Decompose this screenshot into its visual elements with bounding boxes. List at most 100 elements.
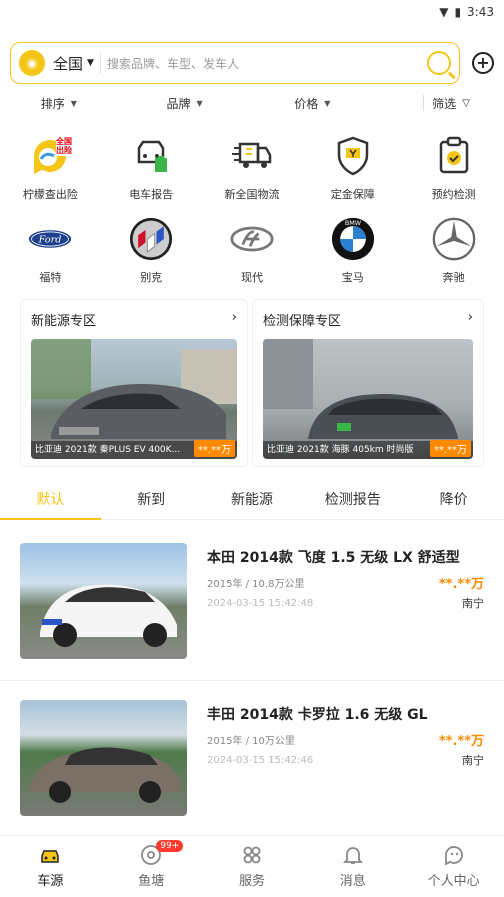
brand-item-ford[interactable]: Ford 福特 — [0, 217, 101, 285]
search-bar[interactable]: ◉ 全国 ▼ 搜索品牌、车型、发车人 — [10, 42, 460, 84]
service-label: 电车报告 — [129, 188, 174, 201]
filter-sort[interactable]: 排序 ▼ — [0, 95, 118, 112]
nav-profile[interactable]: 个人中心 — [403, 836, 504, 897]
listing-title: 本田 2014款 飞度 1.5 无级 LX 舒适型 — [207, 550, 460, 566]
wifi-icon: ▼ — [439, 5, 449, 19]
brand-label: 别克 — [140, 271, 163, 284]
nav-messages[interactable]: 消息 — [302, 836, 403, 897]
tab-price-drop[interactable]: 降价 — [403, 484, 504, 519]
nav-label: 消息 — [339, 874, 366, 889]
hyundai-logo-icon — [230, 217, 274, 261]
service-item-inspection[interactable]: 预约检测 — [403, 134, 504, 202]
tab-default[interactable]: 默认 — [0, 484, 101, 520]
listing-city: 南宁 — [462, 597, 484, 610]
svg-text:Ford: Ford — [38, 235, 62, 246]
car-thumbnail — [20, 700, 187, 816]
chevron-right-icon: › — [231, 310, 237, 325]
caret-down-icon: ▼ — [70, 98, 77, 108]
brand-item-benz[interactable]: 奔驰 — [403, 217, 504, 285]
filter-label: 排序 — [40, 96, 65, 111]
filter-price[interactable]: 价格 ▼ — [251, 95, 373, 112]
filter-screen[interactable]: 筛选 ▽ — [424, 95, 504, 112]
zone-card-inspection[interactable]: 检测保障专区 › 比亚迪 2021款 海豚 405km 时尚版 **.**万 — [252, 299, 484, 467]
chevron-right-icon: › — [467, 310, 473, 325]
bmw-logo-icon: BMW — [331, 217, 375, 261]
city-selector[interactable]: 全国 ▼ — [53, 53, 94, 74]
brand-item-buick[interactable]: 别克 — [101, 217, 202, 285]
add-button[interactable]: + — [472, 52, 494, 74]
listing-price: **.**万 — [438, 577, 484, 592]
listing-card[interactable]: 丰田 2014款 卡罗拉 1.6 无级 GL 2015年 / 10万公里 202… — [0, 700, 504, 840]
search-row: ◉ 全国 ▼ 搜索品牌、车型、发车人 + — [10, 42, 494, 84]
nav-label: 鱼塘 — [138, 874, 165, 889]
brand-label: 宝马 — [341, 271, 364, 284]
search-icon[interactable] — [427, 51, 451, 75]
tab-new-energy[interactable]: 新能源 — [202, 484, 303, 519]
service-item-logistics[interactable]: 新全国物流 — [202, 134, 303, 202]
car-icon — [39, 844, 61, 866]
filter-brand[interactable]: 品牌 ▼ — [118, 95, 252, 112]
service-label: 定金保障 — [330, 188, 375, 201]
status-bar: ▼ ▮ 3:43 — [0, 0, 504, 24]
filter-bar: 排序 ▼ 品牌 ▼ 价格 ▼ 筛选 ▽ — [0, 92, 504, 114]
brand-label: 福特 — [39, 271, 62, 284]
notification-badge: 99+ — [156, 840, 184, 852]
list-tabs: 默认 新到 新能源 检测报告 降价 — [0, 484, 504, 520]
divider — [99, 52, 101, 74]
zone-price: **.**万 — [193, 440, 235, 457]
battery-icon: ▮ — [454, 5, 462, 19]
svg-text:出险: 出险 — [56, 145, 72, 155]
nav-label: 服务 — [238, 874, 265, 889]
nav-label: 个人中心 — [427, 874, 480, 889]
listing-info: 丰田 2014款 卡罗拉 1.6 无级 GL 2015年 / 10万公里 202… — [187, 700, 484, 840]
truck-icon — [230, 134, 274, 178]
brand-grid: Ford 福特 别克 现代 BMW 宝马 奔驰 — [0, 217, 504, 285]
service-item-deposit[interactable]: 定金保障 — [302, 134, 403, 202]
listing-title: 丰田 2014款 卡罗拉 1.6 无级 GL — [207, 707, 428, 723]
city-label: 全国 — [53, 54, 84, 73]
zone-price: **.**万 — [429, 440, 471, 457]
nav-service[interactable]: 服务 — [202, 836, 303, 897]
ford-logo-icon: Ford — [28, 217, 72, 261]
nav-fish-pond[interactable]: 99+ 鱼塘 — [101, 836, 202, 897]
filter-label: 筛选 — [432, 96, 457, 111]
car-thumbnail — [20, 543, 187, 659]
svg-text:全国: 全国 — [55, 136, 72, 146]
status-time: 3:43 — [467, 5, 494, 19]
app-logo-icon: ◉ — [19, 50, 45, 76]
listing-price: **.**万 — [438, 734, 484, 749]
user-face-icon — [443, 844, 465, 866]
brand-item-bmw[interactable]: BMW 宝马 — [302, 217, 403, 285]
caret-down-icon: ▼ — [196, 98, 203, 108]
brand-item-hyundai[interactable]: 现代 — [202, 217, 303, 285]
shield-icon — [331, 134, 375, 178]
brand-label: 奔驰 — [442, 271, 465, 284]
service-grid: 全国 出险 柠檬查出险 电车报告 新全国物流 定金保障 预约检测 — [0, 134, 504, 202]
service-label: 新全国物流 — [224, 188, 280, 201]
service-item-insurance-check[interactable]: 全国 出险 柠檬查出险 — [0, 134, 101, 202]
service-label: 柠檬查出险 — [22, 188, 78, 201]
brand-label: 现代 — [240, 271, 263, 284]
nav-car-source[interactable]: 车源 — [0, 836, 101, 897]
service-label: 预约检测 — [431, 188, 476, 201]
zone-image: 比亚迪 2021款 海豚 405km 时尚版 **.**万 — [263, 339, 473, 459]
zone-image: 比亚迪 2021款 秦PLUS EV 400K... **.**万 — [31, 339, 237, 459]
caret-down-icon: ▼ — [324, 98, 331, 108]
listing-card[interactable]: 本田 2014款 飞度 1.5 无级 LX 舒适型 2015年 / 10.8万公… — [0, 543, 504, 683]
ev-car-icon — [129, 134, 173, 178]
listing-city: 南宁 — [462, 754, 484, 767]
nav-label: 车源 — [37, 874, 64, 889]
zone-title: 新能源专区 — [31, 314, 97, 329]
bell-icon — [342, 844, 364, 866]
tab-new-arrival[interactable]: 新到 — [101, 484, 202, 519]
buick-logo-icon — [129, 217, 173, 261]
service-item-ev-report[interactable]: 电车报告 — [101, 134, 202, 202]
divider — [0, 680, 504, 681]
chevron-down-icon: ▼ — [87, 58, 94, 68]
filter-label: 品牌 — [166, 96, 191, 111]
bottom-nav: 车源 99+ 鱼塘 服务 消息 个人中心 — [0, 835, 504, 897]
listing-date: 2024-03-15 15:42:46 — [207, 755, 314, 766]
search-input[interactable]: 搜索品牌、车型、发车人 — [107, 55, 427, 72]
tab-inspection-report[interactable]: 检测报告 — [302, 484, 403, 519]
zone-card-new-energy[interactable]: 新能源专区 › 比亚迪 2021款 秦PLUS EV 400K... **.**万 — [20, 299, 248, 467]
